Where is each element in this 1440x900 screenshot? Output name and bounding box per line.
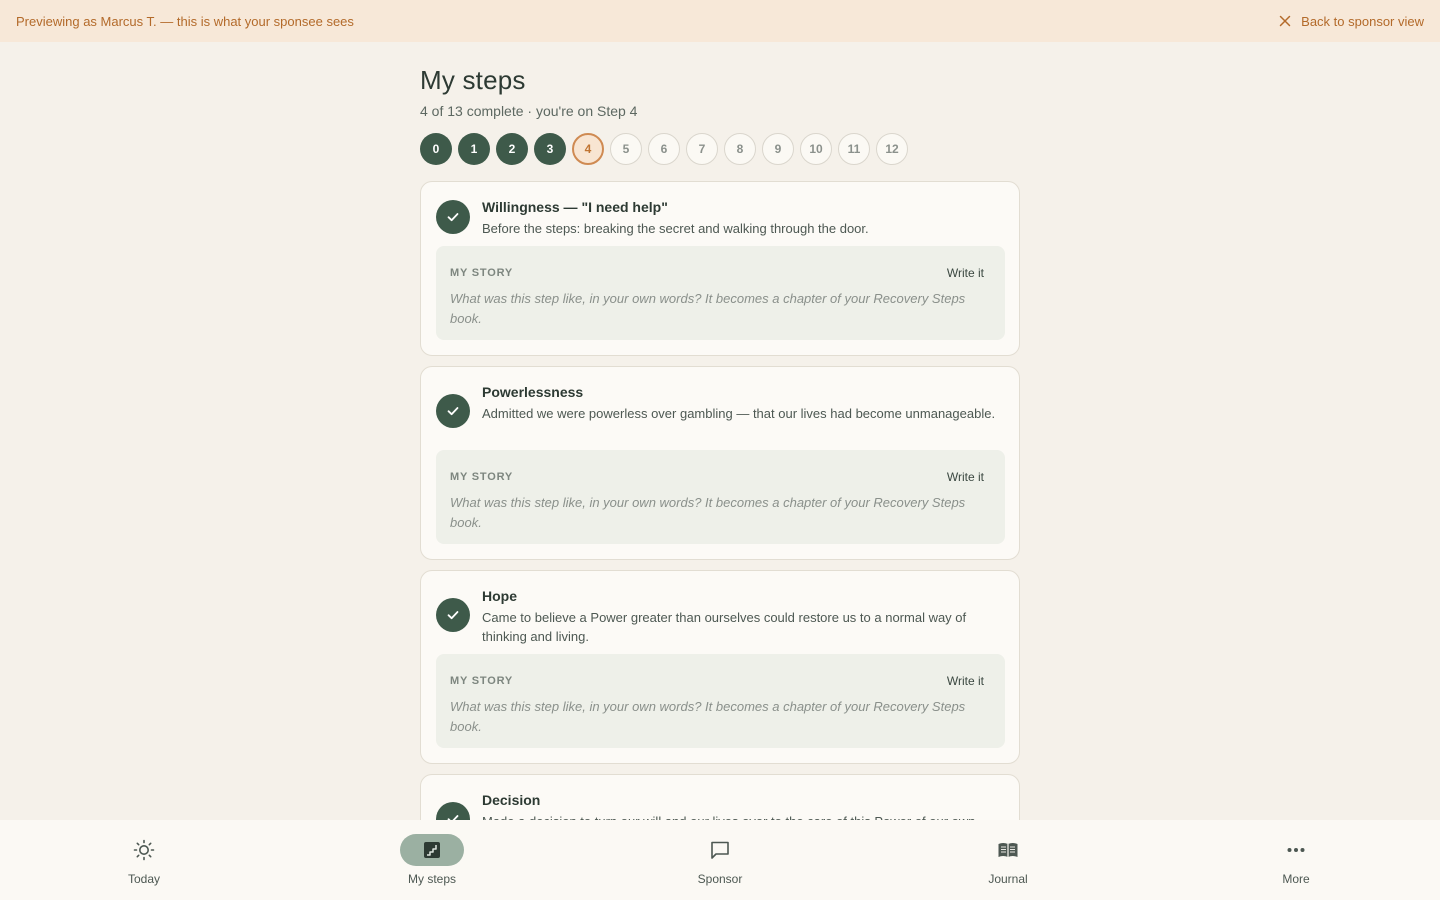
step-dot-4-current[interactable]: 4 xyxy=(572,133,604,165)
step-dot-11[interactable]: 11 xyxy=(838,133,870,165)
step-card-title: Willingness — "I need help" xyxy=(482,199,668,215)
step-card-description: Came to believe a Power greater than our… xyxy=(482,610,967,644)
step-dot-2[interactable]: 2 xyxy=(496,133,528,165)
step-card-powerlessness[interactable]: Powerlessness Admitted we were powerless… xyxy=(420,366,1020,560)
nav-item-more[interactable]: More xyxy=(1236,834,1356,890)
back-to-sponsor-button[interactable]: Back to sponsor view xyxy=(1279,14,1424,29)
nav-icon-container-active xyxy=(400,834,464,866)
my-story-label: MY STORY xyxy=(450,471,514,483)
my-story-panel: MY STORY Write it What was this step lik… xyxy=(436,654,1005,748)
step-card-description: Admitted we were powerless over gambling… xyxy=(482,406,996,421)
progress-summary: 4 of 13 complete · you're on Step 4 xyxy=(420,103,638,119)
step-dot-9[interactable]: 9 xyxy=(762,133,794,165)
step-card-description: Made a decision to turn our will and our… xyxy=(482,812,1002,820)
step-card-title: Hope xyxy=(482,588,517,604)
step-dot-3[interactable]: 3 xyxy=(534,133,566,165)
my-story-prompt: What was this step like, in your own wor… xyxy=(450,699,966,734)
nav-label-my-steps: My steps xyxy=(407,872,456,886)
close-icon xyxy=(1279,15,1291,27)
step-card-description: Before the steps: breaking the secret an… xyxy=(482,221,869,236)
nav-item-today[interactable]: Today xyxy=(84,834,204,890)
nav-icon-container xyxy=(1264,834,1328,866)
nav-label-today: Today xyxy=(127,872,161,886)
nav-label-journal: Journal xyxy=(988,872,1028,886)
sun-icon xyxy=(133,839,155,861)
write-story-button[interactable]: Write it xyxy=(947,266,984,280)
my-story-prompt: What was this step like, in your own wor… xyxy=(450,495,966,530)
step-dot-0[interactable]: 0 xyxy=(420,133,452,165)
completed-check-icon xyxy=(436,802,470,820)
step-dot-12[interactable]: 12 xyxy=(876,133,908,165)
nav-icon-container xyxy=(112,834,176,866)
back-to-sponsor-label: Back to sponsor view xyxy=(1301,13,1424,29)
step-card-hope[interactable]: Hope Came to believe a Power greater tha… xyxy=(420,570,1020,764)
completed-check-icon xyxy=(436,394,470,428)
my-story-label: MY STORY xyxy=(450,267,514,279)
step-dot-5[interactable]: 5 xyxy=(610,133,642,165)
my-story-prompt: What was this step like, in your own wor… xyxy=(450,291,966,326)
nav-icon-container xyxy=(688,834,752,866)
step-dot-6[interactable]: 6 xyxy=(648,133,680,165)
page-title: My steps xyxy=(420,65,526,95)
preview-banner: Previewing as Marcus T. — this is what y… xyxy=(0,0,1440,42)
my-story-panel: MY STORY Write it What was this step lik… xyxy=(436,450,1005,544)
nav-label-sponsor: Sponsor xyxy=(697,872,743,886)
more-dots-icon xyxy=(1287,848,1305,852)
step-card-willingness[interactable]: Willingness — "I need help" Before the s… xyxy=(420,181,1020,356)
step-card-title: Powerlessness xyxy=(482,384,584,400)
completed-check-icon xyxy=(436,598,470,632)
nav-label-more: More xyxy=(1282,872,1310,886)
my-story-panel: MY STORY Write it What was this step lik… xyxy=(436,246,1005,340)
step-dot-10[interactable]: 10 xyxy=(800,133,832,165)
preview-banner-message: Previewing as Marcus T. — this is what y… xyxy=(16,13,354,29)
stairs-icon xyxy=(424,842,440,858)
completed-check-icon xyxy=(436,200,470,234)
step-card-decision[interactable]: Decision Made a decision to turn our wil… xyxy=(420,774,1020,820)
bottom-navigation: Today My steps Sponsor Journal More xyxy=(0,820,1440,900)
book-icon xyxy=(998,843,1018,857)
nav-item-my-steps[interactable]: My steps xyxy=(372,834,492,890)
step-dot-8[interactable]: 8 xyxy=(724,133,756,165)
write-story-button[interactable]: Write it xyxy=(947,470,984,484)
nav-icon-container xyxy=(976,834,1040,866)
main-scroll-area[interactable]: My steps 4 of 13 complete · you're on St… xyxy=(0,42,1440,820)
step-card-title: Decision xyxy=(482,792,541,808)
step-dot-1[interactable]: 1 xyxy=(458,133,490,165)
my-story-label: MY STORY xyxy=(450,675,514,687)
step-progress-dots: 0 1 2 3 4 5 6 7 8 9 10 11 12 xyxy=(420,133,908,165)
write-story-button[interactable]: Write it xyxy=(947,674,984,688)
nav-item-sponsor[interactable]: Sponsor xyxy=(660,834,780,890)
chat-bubble-icon xyxy=(711,841,729,859)
step-dot-7[interactable]: 7 xyxy=(686,133,718,165)
nav-item-journal[interactable]: Journal xyxy=(948,834,1068,890)
